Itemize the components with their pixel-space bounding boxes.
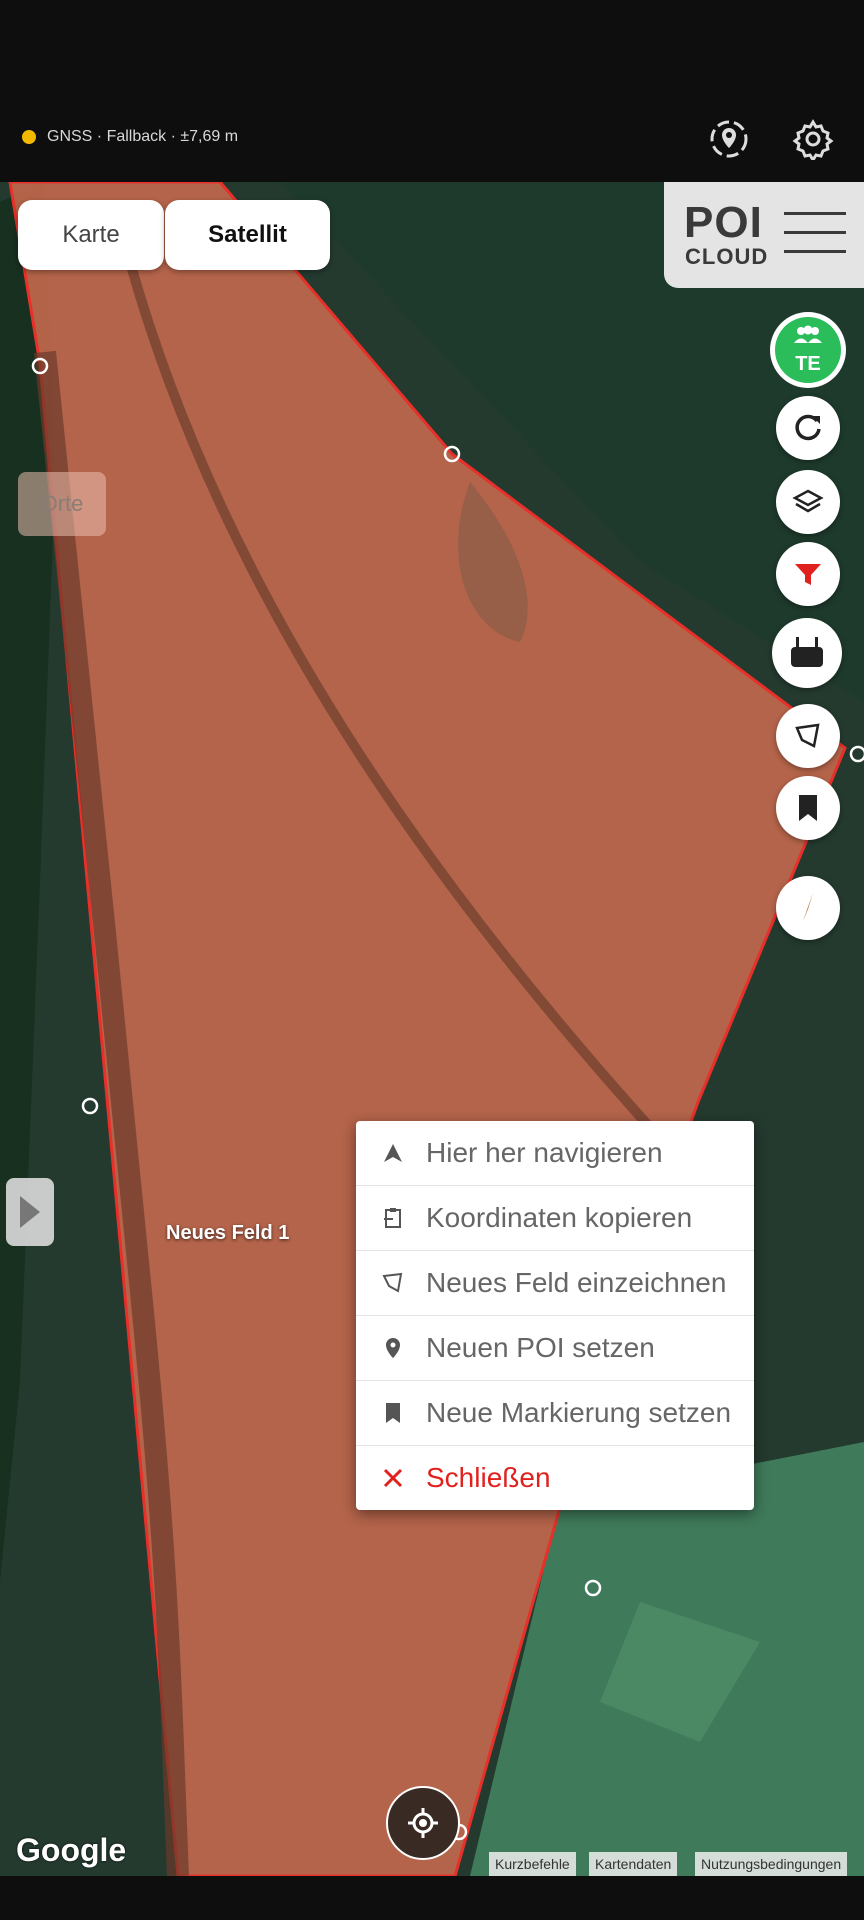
crosshair-icon	[408, 1808, 438, 1838]
logo-poi: POI	[684, 198, 763, 247]
satellite-map[interactable]: Orte Neues Feld 1	[0, 182, 864, 1876]
refresh-button[interactable]	[776, 396, 840, 460]
layers-icon	[792, 489, 824, 513]
menu-item-set-marker[interactable]: Neue Markierung setzen	[356, 1381, 754, 1446]
map-type-karte-button[interactable]: Karte	[18, 200, 164, 270]
clipboard-icon	[384, 1208, 401, 1228]
group-icon	[794, 325, 822, 343]
shortcuts-link[interactable]: Kurzbefehle	[489, 1852, 576, 1876]
menu-item-draw-field[interactable]: Neues Feld einzeichnen	[356, 1251, 754, 1316]
controller-icon	[791, 637, 823, 667]
context-menu: Hier her navigieren Koordinaten kopieren…	[356, 1121, 754, 1510]
menu-item-navigate[interactable]: Hier her navigieren	[356, 1121, 754, 1186]
refresh-icon	[795, 414, 821, 441]
chevron-right-icon	[20, 1196, 40, 1228]
filter-icon	[795, 564, 821, 585]
navigation-arrow-icon	[384, 1144, 402, 1162]
field-label: Neues Feld 1	[166, 1222, 290, 1244]
controller-button[interactable]	[772, 618, 842, 688]
team-button[interactable]: TE	[770, 312, 846, 388]
menu-item-set-poi[interactable]: Neuen POI setzen	[356, 1316, 754, 1381]
mapdata-link[interactable]: Kartendaten	[589, 1852, 678, 1876]
bottom-bar	[0, 1876, 864, 1920]
compass-icon	[803, 893, 813, 921]
google-logo: Google	[16, 1832, 127, 1868]
draw-polygon-button[interactable]	[776, 704, 840, 768]
gear-icon[interactable]	[792, 118, 834, 160]
app-logo-panel: POI CLOUD	[664, 182, 864, 288]
gnss-status: GNSS · Fallback · ±7,69 m	[22, 128, 238, 146]
polygon-icon	[382, 1272, 403, 1293]
bookmark-icon	[799, 795, 817, 821]
side-panel-handle[interactable]	[6, 1178, 54, 1246]
map-pin-icon	[386, 1338, 400, 1358]
logo-cloud: CLOUD	[685, 244, 769, 269]
layers-button[interactable]	[776, 470, 840, 534]
status-bar: GNSS · Fallback · ±7,69 m	[0, 0, 864, 182]
menu-item-copy-coordinates[interactable]: Koordinaten kopieren	[356, 1186, 754, 1251]
bookmark-button[interactable]	[776, 776, 840, 840]
filter-button[interactable]	[776, 542, 840, 606]
orte-button[interactable]: Orte	[18, 472, 106, 536]
menu-item-close[interactable]: Schließen	[356, 1446, 754, 1510]
my-location-button[interactable]	[386, 1786, 460, 1860]
close-icon	[383, 1468, 403, 1488]
hamburger-menu-icon[interactable]	[784, 212, 846, 256]
compass-button[interactable]	[776, 876, 840, 940]
map-type-satellit-button[interactable]: Satellit	[165, 200, 330, 270]
terms-link[interactable]: Nutzungsbedingungen	[695, 1852, 848, 1876]
bookmark-icon	[386, 1403, 400, 1423]
gnss-indicator-icon	[22, 130, 36, 144]
location-target-icon[interactable]	[708, 118, 750, 160]
map-imagery	[0, 182, 864, 1876]
gnss-text: GNSS · Fallback · ±7,69 m	[47, 128, 239, 145]
polygon-icon	[795, 723, 820, 748]
team-badge: TE	[795, 353, 821, 375]
